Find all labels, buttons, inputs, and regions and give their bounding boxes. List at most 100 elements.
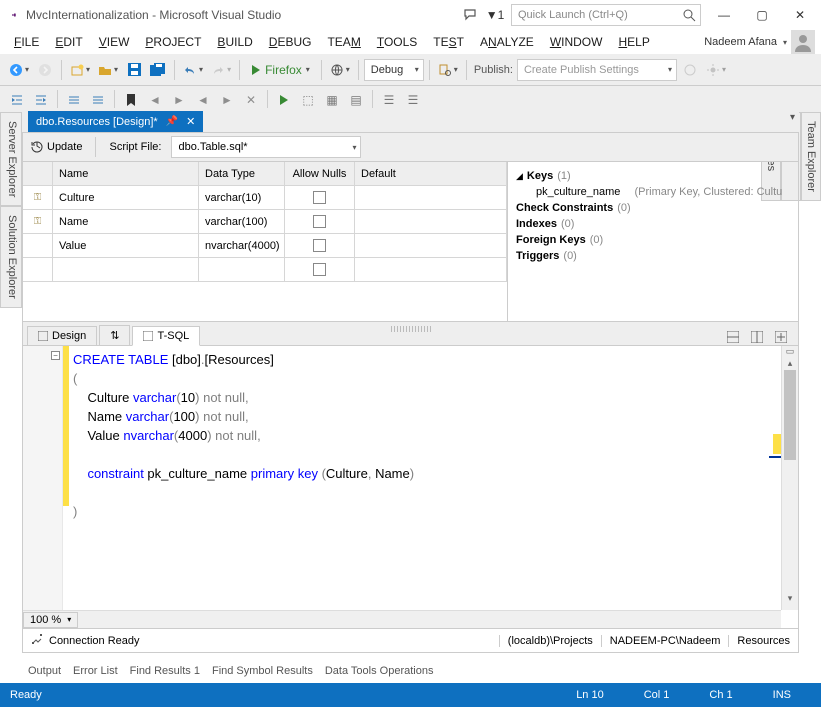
solution-explorer-tab[interactable]: Solution Explorer bbox=[0, 206, 22, 308]
signed-in-user[interactable]: Nadeem Afana bbox=[698, 36, 783, 48]
change-indicator-end bbox=[773, 434, 781, 454]
zoom-combo[interactable]: 100 % bbox=[23, 612, 78, 628]
col-header-default[interactable]: Default bbox=[355, 162, 507, 185]
menu-team[interactable]: TEAM bbox=[319, 32, 368, 52]
nav-back-button[interactable] bbox=[6, 59, 32, 81]
cell-name[interactable]: Value bbox=[53, 234, 199, 257]
scroll-thumb[interactable] bbox=[784, 370, 796, 460]
search-icon[interactable] bbox=[681, 7, 697, 23]
menu-edit[interactable]: EDIT bbox=[47, 32, 90, 52]
data-tools-operations-tab[interactable]: Data Tools Operations bbox=[325, 665, 434, 677]
browser-link-button[interactable] bbox=[327, 59, 353, 81]
splitter-grip[interactable] bbox=[391, 326, 431, 332]
check-constraints-node[interactable]: Check Constraints (0) bbox=[516, 200, 790, 216]
undo-button[interactable] bbox=[180, 59, 206, 81]
find-in-files-button[interactable] bbox=[435, 59, 461, 81]
cell-type[interactable]: nvarchar(4000) bbox=[199, 234, 285, 257]
triggers-node[interactable]: Triggers (0) bbox=[516, 248, 790, 264]
indexes-node[interactable]: Indexes (0) bbox=[516, 216, 790, 232]
col-header-type[interactable]: Data Type bbox=[199, 162, 285, 185]
cell-name[interactable]: Culture bbox=[53, 186, 199, 209]
tsql-tab[interactable]: T-SQL bbox=[132, 326, 200, 346]
publish-settings-button[interactable] bbox=[703, 59, 729, 81]
close-tab-icon[interactable]: ✕ bbox=[186, 115, 195, 128]
columns-grid[interactable]: Name Data Type Allow Nulls Default ⚿ Cul… bbox=[23, 162, 508, 321]
table-row[interactable]: ⚿ Culture varchar(10) bbox=[23, 186, 507, 210]
cell-default[interactable] bbox=[355, 210, 507, 233]
table-row-new[interactable] bbox=[23, 258, 507, 282]
error-list-tab[interactable]: Error List bbox=[73, 665, 118, 677]
menu-help[interactable]: HELP bbox=[610, 32, 657, 52]
cell-type[interactable]: varchar(10) bbox=[199, 186, 285, 209]
table-row[interactable]: ⚿ Name varchar(100) bbox=[23, 210, 507, 234]
designer-split-tabs: Design ⇅ T-SQL bbox=[22, 322, 799, 346]
keys-node[interactable]: ◢Keys (1) bbox=[516, 168, 790, 184]
menu-debug[interactable]: DEBUG bbox=[261, 32, 320, 52]
system-menu-icon[interactable] bbox=[6, 7, 22, 23]
connection-status: Connection Ready bbox=[49, 635, 140, 647]
allow-nulls-checkbox[interactable] bbox=[313, 263, 326, 276]
design-tab[interactable]: Design bbox=[27, 326, 97, 346]
active-files-dropdown[interactable]: ▾ bbox=[790, 112, 795, 123]
menu-project[interactable]: PROJECT bbox=[137, 32, 209, 52]
split-vertical-button[interactable] bbox=[746, 326, 768, 348]
cell-default[interactable] bbox=[355, 186, 507, 209]
script-file-label: Script File: bbox=[109, 141, 161, 153]
allow-nulls-checkbox[interactable] bbox=[313, 191, 326, 204]
output-tab[interactable]: Output bbox=[28, 665, 61, 677]
new-project-button[interactable] bbox=[67, 59, 93, 81]
script-file-combo[interactable]: dbo.Table.sql* bbox=[171, 136, 361, 158]
cell-name[interactable]: Name bbox=[53, 210, 199, 233]
update-button[interactable]: Update bbox=[31, 141, 82, 153]
pin-icon[interactable]: 📌 bbox=[166, 116, 178, 127]
solution-config-combo[interactable]: Debug bbox=[364, 59, 424, 81]
document-tab[interactable]: dbo.Resources [Design]* 📌 ✕ bbox=[28, 111, 203, 132]
server-explorer-tab[interactable]: Server Explorer bbox=[0, 112, 22, 206]
menu-test[interactable]: TEST bbox=[425, 32, 472, 52]
notifications-icon[interactable]: ▼1 bbox=[487, 7, 503, 23]
scroll-down-icon[interactable]: ▾ bbox=[782, 593, 798, 610]
cell-default[interactable] bbox=[355, 234, 507, 257]
menu-file[interactable]: FILE bbox=[6, 32, 47, 52]
save-all-button[interactable] bbox=[147, 59, 169, 81]
minimize-button[interactable]: — bbox=[709, 3, 739, 27]
cell-type[interactable]: varchar(100) bbox=[199, 210, 285, 233]
menu-view[interactable]: VIEW bbox=[91, 32, 138, 52]
team-explorer-tab[interactable]: Team Explorer bbox=[801, 112, 821, 201]
menu-build[interactable]: BUILD bbox=[209, 32, 260, 52]
menu-analyze[interactable]: ANALYZE bbox=[472, 32, 542, 52]
sql-content[interactable]: CREATE TABLE [dbo].[Resources] ( Culture… bbox=[23, 346, 798, 525]
find-symbol-results-tab[interactable]: Find Symbol Results bbox=[212, 665, 313, 677]
foreign-keys-node[interactable]: Foreign Keys (0) bbox=[516, 232, 790, 248]
avatar[interactable] bbox=[791, 30, 815, 54]
publish-settings-combo[interactable]: Create Publish Settings bbox=[517, 59, 677, 81]
save-button[interactable] bbox=[123, 59, 145, 81]
nav-forward-button[interactable] bbox=[34, 59, 56, 81]
vertical-scrollbar[interactable]: ▭ ▴ ▾ bbox=[781, 346, 798, 610]
publish-web-button[interactable] bbox=[679, 59, 701, 81]
col-header-name[interactable]: Name bbox=[53, 162, 199, 185]
start-debug-button[interactable]: Firefox ▾ bbox=[245, 59, 316, 81]
outlining-collapse-icon[interactable]: − bbox=[51, 351, 60, 360]
expand-pane-button[interactable] bbox=[770, 326, 792, 348]
quick-launch-input[interactable]: Quick Launch (Ctrl+Q) bbox=[511, 4, 701, 26]
redo-button[interactable] bbox=[208, 59, 234, 81]
allow-nulls-checkbox[interactable] bbox=[313, 239, 326, 252]
connection-server: (localdb)\Projects bbox=[499, 635, 601, 647]
find-results-1-tab[interactable]: Find Results 1 bbox=[130, 665, 200, 677]
workspace: dbo.Resources [Design]* 📌 ✕ ▾ Update Scr… bbox=[22, 108, 799, 653]
split-horizontal-button[interactable] bbox=[722, 326, 744, 348]
col-header-nulls[interactable]: Allow Nulls bbox=[285, 162, 355, 185]
pk-node[interactable]: pk_culture_name (Primary Key, Clustered:… bbox=[516, 184, 790, 200]
status-ins: INS bbox=[753, 689, 811, 701]
swap-panes-button[interactable]: ⇅ bbox=[99, 325, 130, 346]
allow-nulls-checkbox[interactable] bbox=[313, 215, 326, 228]
sql-editor[interactable]: − CREATE TABLE [dbo].[Resources] ( Cultu… bbox=[22, 346, 799, 629]
close-button[interactable]: ✕ bbox=[785, 3, 815, 27]
table-row[interactable]: Value nvarchar(4000) bbox=[23, 234, 507, 258]
menu-window[interactable]: WINDOW bbox=[542, 32, 611, 52]
menu-tools[interactable]: TOOLS bbox=[369, 32, 425, 52]
maximize-button[interactable]: ▢ bbox=[747, 3, 777, 27]
feedback-icon[interactable] bbox=[463, 7, 479, 23]
open-button[interactable] bbox=[95, 59, 121, 81]
